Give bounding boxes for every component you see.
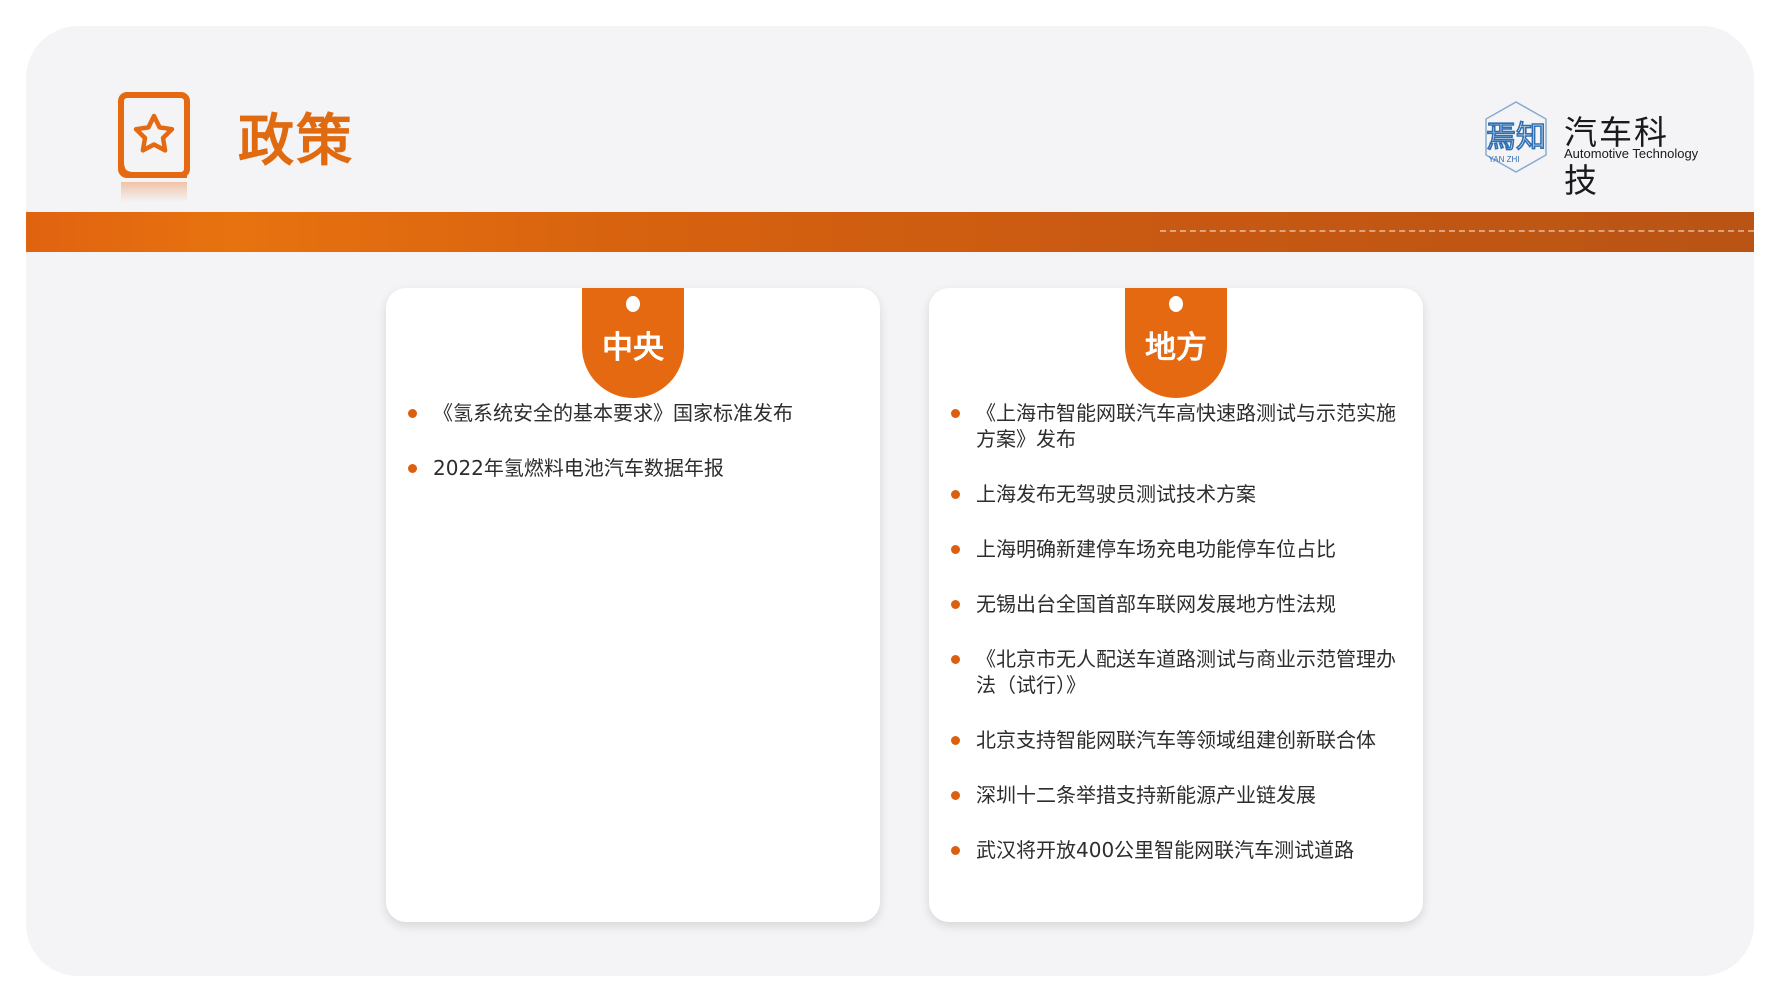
- central-tab: 中央: [582, 288, 684, 398]
- bullet-dot-icon: [951, 655, 960, 664]
- bullet-dot-icon: [951, 409, 960, 418]
- tab-hole-icon: [626, 296, 640, 312]
- bullet-dot-icon: [951, 545, 960, 554]
- brand-logo: 焉知 YAN ZHI 汽车科技 Automotive Technology: [1480, 100, 1700, 200]
- list-item-text: 上海明确新建停车场充电功能停车位占比: [976, 537, 1336, 561]
- star-book-icon: [118, 92, 190, 202]
- svg-text:YAN ZHI: YAN ZHI: [1489, 155, 1520, 164]
- list-item-text: 2022年氢燃料电池汽车数据年报: [433, 456, 724, 480]
- yanzhi-logo-icon: 焉知 YAN ZHI: [1485, 101, 1547, 173]
- list-item-text: 《氢系统安全的基本要求》国家标准发布: [433, 401, 793, 425]
- list-item: 深圳十二条举措支持新能源产业链发展: [949, 782, 1407, 808]
- local-policy-list: 《上海市智能网联汽车高快速路测试与示范实施方案》发布 上海发布无驾驶员测试技术方…: [949, 400, 1407, 892]
- list-item: 《氢系统安全的基本要求》国家标准发布: [406, 400, 864, 426]
- list-item-text: 深圳十二条举措支持新能源产业链发展: [976, 783, 1316, 807]
- divider-dashed-line: [1160, 230, 1754, 232]
- bullet-dot-icon: [951, 791, 960, 800]
- local-policy-card: 地方 《上海市智能网联汽车高快速路测试与示范实施方案》发布 上海发布无驾驶员测试…: [929, 288, 1423, 922]
- svg-text:焉知: 焉知: [1486, 120, 1546, 155]
- list-item-text: 《上海市智能网联汽车高快速路测试与示范实施方案》发布: [976, 401, 1396, 451]
- list-item: 《北京市无人配送车道路测试与商业示范管理办法（试行）》: [949, 646, 1407, 698]
- list-item: 2022年氢燃料电池汽车数据年报: [406, 455, 864, 481]
- list-item: 《上海市智能网联汽车高快速路测试与示范实施方案》发布: [949, 400, 1407, 452]
- list-item-text: 无锡出台全国首部车联网发展地方性法规: [976, 592, 1336, 616]
- central-tab-label: 中央: [602, 330, 664, 366]
- bullet-dot-icon: [951, 490, 960, 499]
- bullet-dot-icon: [951, 846, 960, 855]
- tab-hole-icon: [1169, 296, 1183, 312]
- list-item-text: 武汉将开放400公里智能网联汽车测试道路: [976, 838, 1355, 862]
- list-item: 武汉将开放400公里智能网联汽车测试道路: [949, 837, 1407, 863]
- bullet-dot-icon: [951, 736, 960, 745]
- bullet-dot-icon: [951, 600, 960, 609]
- list-item-text: 《北京市无人配送车道路测试与商业示范管理办法（试行）》: [976, 647, 1396, 697]
- header-divider-bar: [26, 212, 1754, 252]
- list-item-text: 北京支持智能网联汽车等领域组建创新联合体: [976, 728, 1376, 752]
- local-tab: 地方: [1125, 288, 1227, 398]
- list-item: 上海发布无驾驶员测试技术方案: [949, 481, 1407, 507]
- central-policy-card: 中央 《氢系统安全的基本要求》国家标准发布 2022年氢燃料电池汽车数据年报: [386, 288, 880, 922]
- logo-name-en: Automotive Technology: [1564, 146, 1699, 161]
- page-title: 政策: [238, 109, 354, 174]
- list-item: 无锡出台全国首部车联网发展地方性法规: [949, 591, 1407, 617]
- list-item: 上海明确新建停车场充电功能停车位占比: [949, 536, 1407, 562]
- list-item: 北京支持智能网联汽车等领域组建创新联合体: [949, 727, 1407, 753]
- local-tab-label: 地方: [1145, 330, 1207, 366]
- bullet-dot-icon: [408, 464, 417, 473]
- list-item-text: 上海发布无驾驶员测试技术方案: [976, 482, 1256, 506]
- central-policy-list: 《氢系统安全的基本要求》国家标准发布 2022年氢燃料电池汽车数据年报: [406, 400, 864, 510]
- bullet-dot-icon: [408, 409, 417, 418]
